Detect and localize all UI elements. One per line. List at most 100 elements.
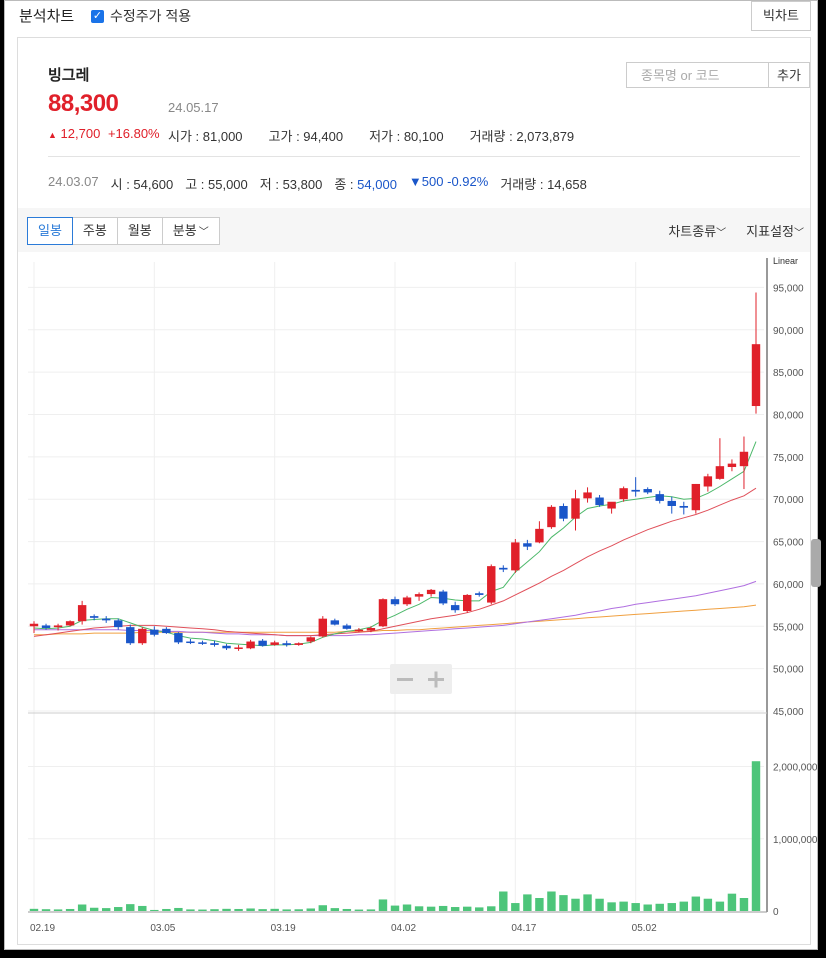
x-tick-label: 04.02 (391, 923, 416, 934)
candle-body (77, 605, 87, 622)
candle-body (306, 637, 315, 642)
candle-body (523, 543, 532, 547)
volume-bar (607, 902, 616, 911)
candle (282, 640, 291, 647)
candle (174, 632, 183, 645)
candle (198, 640, 207, 645)
volume-bar (727, 893, 737, 911)
candle-body (426, 589, 436, 595)
volume-bar (487, 906, 496, 911)
zoom-in-icon-vertical (434, 671, 438, 688)
volume-bar (523, 894, 532, 911)
candle-body (679, 505, 689, 508)
volume-bar (414, 906, 424, 911)
volume-bar (715, 901, 725, 911)
volume-bar (354, 909, 364, 911)
candle-body (186, 641, 195, 644)
volume-bar (330, 908, 340, 911)
candle (246, 639, 255, 650)
volume-bar (511, 903, 520, 911)
volume-bar (691, 896, 701, 911)
candle (126, 624, 135, 645)
volume-bar (390, 905, 400, 911)
candle (691, 483, 701, 514)
candle-body (198, 642, 207, 644)
volume-bar (583, 894, 592, 911)
x-tick-label: 04.17 (511, 923, 536, 934)
candle (138, 627, 147, 645)
candle (547, 505, 556, 529)
volume-tick-label: 2,000,000 (773, 763, 818, 774)
y-tick-label: 70,000 (773, 495, 804, 506)
candle-body (571, 498, 580, 519)
candle (511, 539, 520, 573)
tab-daily[interactable]: 일봉 (27, 217, 73, 245)
candle-body (535, 528, 544, 543)
candle-body (378, 599, 388, 627)
volume-bar (258, 909, 267, 911)
volume-bar (655, 903, 664, 911)
candle-body (318, 618, 328, 637)
candle-body (342, 625, 352, 629)
candle (150, 626, 159, 637)
candle (402, 595, 412, 606)
candle (535, 521, 544, 544)
volume-bar (65, 908, 75, 911)
volume-bar (294, 909, 303, 911)
y-tick-label: 50,000 (773, 665, 804, 676)
volume-bar (29, 908, 39, 911)
volume-bar (174, 907, 183, 911)
candle (571, 489, 580, 531)
volume-bar (318, 905, 328, 911)
candle-body (583, 492, 592, 499)
candle-body (330, 620, 340, 625)
candle (643, 487, 652, 495)
candle-body (739, 451, 749, 467)
candle-body (438, 591, 448, 604)
volume-bar (53, 909, 63, 911)
volume-bar (89, 907, 99, 911)
candle (114, 618, 123, 630)
stock-chart[interactable]: Linear 95,000 90,000 85,000 80,000 75,000 70,0… (0, 0, 826, 958)
volume-bar (150, 909, 159, 911)
candle-body (246, 641, 255, 649)
candle (655, 490, 664, 504)
volume-bar (438, 905, 448, 911)
volume-bar (210, 909, 219, 911)
candle (162, 627, 171, 634)
candle-body (65, 621, 75, 626)
candle-body (475, 593, 484, 595)
candle (462, 594, 472, 613)
volume-bar (619, 901, 628, 911)
candle-body (114, 620, 123, 628)
volume-bar (342, 908, 352, 911)
candle-body (270, 642, 279, 645)
volume-bar (631, 903, 640, 911)
zoom-controls (390, 664, 452, 694)
volume-bar (426, 906, 436, 911)
candle-body (366, 627, 376, 631)
volume-bar (186, 909, 195, 911)
x-tick-label: 03.19 (271, 923, 296, 934)
volume-bar (306, 908, 315, 911)
volume-bar (378, 899, 388, 911)
candle (378, 598, 388, 628)
candle-body (727, 463, 737, 468)
volume-bar (270, 908, 279, 911)
volume-bar (595, 898, 604, 911)
volume-bar (559, 895, 568, 911)
zoom-out-icon (397, 678, 413, 681)
volume-bar (667, 903, 676, 911)
candle (390, 596, 400, 606)
volume-bar (162, 908, 171, 911)
candle-body (210, 643, 219, 645)
candle-body (559, 505, 568, 519)
x-tick-label: 03.05 (150, 923, 175, 934)
candle-body (631, 489, 640, 492)
volume-bar (739, 898, 749, 911)
y-tick-label: 45,000 (773, 707, 804, 718)
candle-body (667, 500, 676, 506)
volume-bar (77, 904, 87, 911)
y-tick-label: 75,000 (773, 453, 804, 464)
candle (583, 487, 592, 503)
